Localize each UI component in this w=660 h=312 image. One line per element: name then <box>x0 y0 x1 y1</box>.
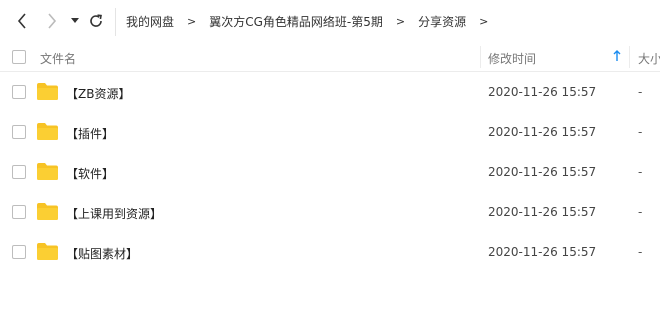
toolbar-divider <box>115 8 116 36</box>
file-size: - <box>638 85 643 99</box>
row-checkbox[interactable] <box>12 245 26 259</box>
row-checkbox[interactable] <box>12 205 26 219</box>
file-modified-time: 2020-11-26 15:57 <box>488 85 597 99</box>
file-modified-time: 2020-11-26 15:57 <box>488 245 597 259</box>
folder-icon <box>37 203 58 220</box>
column-divider[interactable] <box>480 46 481 68</box>
file-row[interactable]: 【插件】 2020-11-26 15:57 - <box>0 112 660 152</box>
folder-icon <box>37 123 58 140</box>
column-header-name[interactable]: 文件名 <box>40 50 76 67</box>
file-name[interactable]: 【上课用到资源】 <box>66 205 162 222</box>
file-size: - <box>638 205 643 219</box>
file-name[interactable]: 【软件】 <box>66 165 114 182</box>
file-modified-time: 2020-11-26 15:57 <box>488 125 597 139</box>
file-row[interactable]: 【上课用到资源】 2020-11-26 15:57 - <box>0 192 660 232</box>
row-checkbox[interactable] <box>12 85 26 99</box>
folder-icon <box>37 163 58 180</box>
column-header-modified[interactable]: 修改时间 <box>488 50 536 67</box>
sort-ascending-icon <box>613 50 621 65</box>
column-header: 文件名 修改时间 大小 <box>0 42 660 72</box>
breadcrumb: 我的网盘 > 翼次方CG角色精品网络班-第5期 > 分享资源 > <box>126 12 501 30</box>
folder-icon <box>37 243 58 260</box>
breadcrumb-separator: > <box>187 14 197 28</box>
file-row[interactable]: 【贴图素材】 2020-11-26 15:57 - <box>0 232 660 272</box>
column-header-size[interactable]: 大小 <box>638 50 660 67</box>
breadcrumb-separator: > <box>395 14 406 28</box>
breadcrumb-item-my-drive[interactable]: 我的网盘 <box>126 13 174 30</box>
breadcrumb-item-course[interactable]: 翼次方CG角色精品网络班-第5期 <box>209 13 383 30</box>
file-name[interactable]: 【贴图素材】 <box>66 245 138 262</box>
breadcrumb-separator: > <box>479 14 489 28</box>
file-name[interactable]: 【ZB资源】 <box>66 85 130 102</box>
toolbar: 我的网盘 > 翼次方CG角色精品网络班-第5期 > 分享资源 > <box>0 0 660 42</box>
file-size: - <box>638 245 643 259</box>
folder-icon <box>37 83 58 100</box>
file-row[interactable]: 【ZB资源】 2020-11-26 15:57 - <box>0 72 660 112</box>
column-divider[interactable] <box>629 46 630 68</box>
file-size: - <box>638 165 643 179</box>
row-checkbox[interactable] <box>12 165 26 179</box>
file-list: 【ZB资源】 2020-11-26 15:57 - 【插件】 2020-11-2… <box>0 72 660 272</box>
file-size: - <box>638 125 643 139</box>
file-name[interactable]: 【插件】 <box>66 125 114 142</box>
back-arrow-icon[interactable] <box>12 11 32 31</box>
file-modified-time: 2020-11-26 15:57 <box>488 205 597 219</box>
select-all-checkbox[interactable] <box>12 50 26 64</box>
breadcrumb-item-shared-resources[interactable]: 分享资源 <box>418 13 466 30</box>
refresh-icon[interactable] <box>86 11 106 31</box>
forward-arrow-icon[interactable] <box>42 11 62 31</box>
row-checkbox[interactable] <box>12 125 26 139</box>
history-dropdown-icon[interactable] <box>68 11 82 31</box>
file-row[interactable]: 【软件】 2020-11-26 15:57 - <box>0 152 660 192</box>
file-modified-time: 2020-11-26 15:57 <box>488 165 597 179</box>
